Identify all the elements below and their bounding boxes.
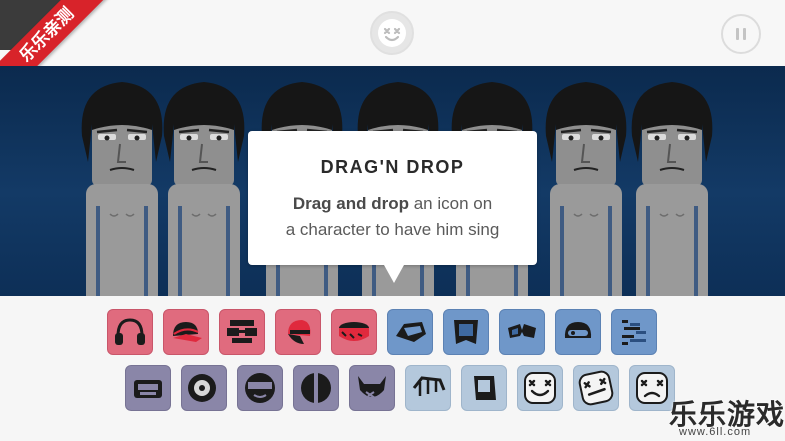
cage-icon[interactable]	[405, 365, 451, 411]
pause-button[interactable]	[721, 14, 761, 54]
top-bar: 乐乐亲测	[0, 0, 785, 106]
tooltip-body-bold: Drag and drop	[292, 194, 409, 213]
pixel-noise-icon[interactable]	[611, 309, 657, 355]
sideways-cap-icon[interactable]	[275, 309, 321, 355]
pause-icon	[736, 28, 739, 40]
card-icon[interactable]	[461, 365, 507, 411]
square-badge-icon[interactable]	[443, 309, 489, 355]
helmet-icon[interactable]	[555, 309, 601, 355]
drum-hat-icon[interactable]	[331, 309, 377, 355]
visor-icon[interactable]	[387, 309, 433, 355]
speaker-icon[interactable]	[181, 365, 227, 411]
split-orb-icon[interactable]	[293, 365, 339, 411]
watermark: 乐乐游戏 www.6ll.com	[669, 393, 785, 441]
sunglasses-face-icon[interactable]	[237, 365, 283, 411]
robot-mask-icon[interactable]	[125, 365, 171, 411]
tooltip-body-line2: a character to have him sing	[285, 220, 500, 239]
marshmello-icon[interactable]	[517, 365, 563, 411]
shades-icon[interactable]	[499, 309, 545, 355]
horned-mask-icon[interactable]	[349, 365, 395, 411]
marshmello-face-icon	[378, 19, 406, 47]
marshmello-tilt-icon[interactable]	[573, 365, 619, 411]
headphones-icon[interactable]	[107, 309, 153, 355]
tutorial-tooltip: DRAG'N DROP Drag and drop an icon on a c…	[248, 131, 537, 283]
marshmello-logo-icon	[370, 11, 414, 55]
tooltip-title: DRAG'N DROP	[320, 157, 465, 177]
cap-icon[interactable]	[163, 309, 209, 355]
tooltip-body: Drag and drop an icon on a character to …	[248, 191, 537, 243]
tooltip-body-line1: an icon on	[408, 194, 493, 213]
icon-palette	[0, 296, 785, 441]
pause-icon-bar	[743, 28, 746, 40]
glasses-headband-icon[interactable]	[219, 309, 265, 355]
watermark-url: www.6ll.com	[679, 426, 752, 438]
